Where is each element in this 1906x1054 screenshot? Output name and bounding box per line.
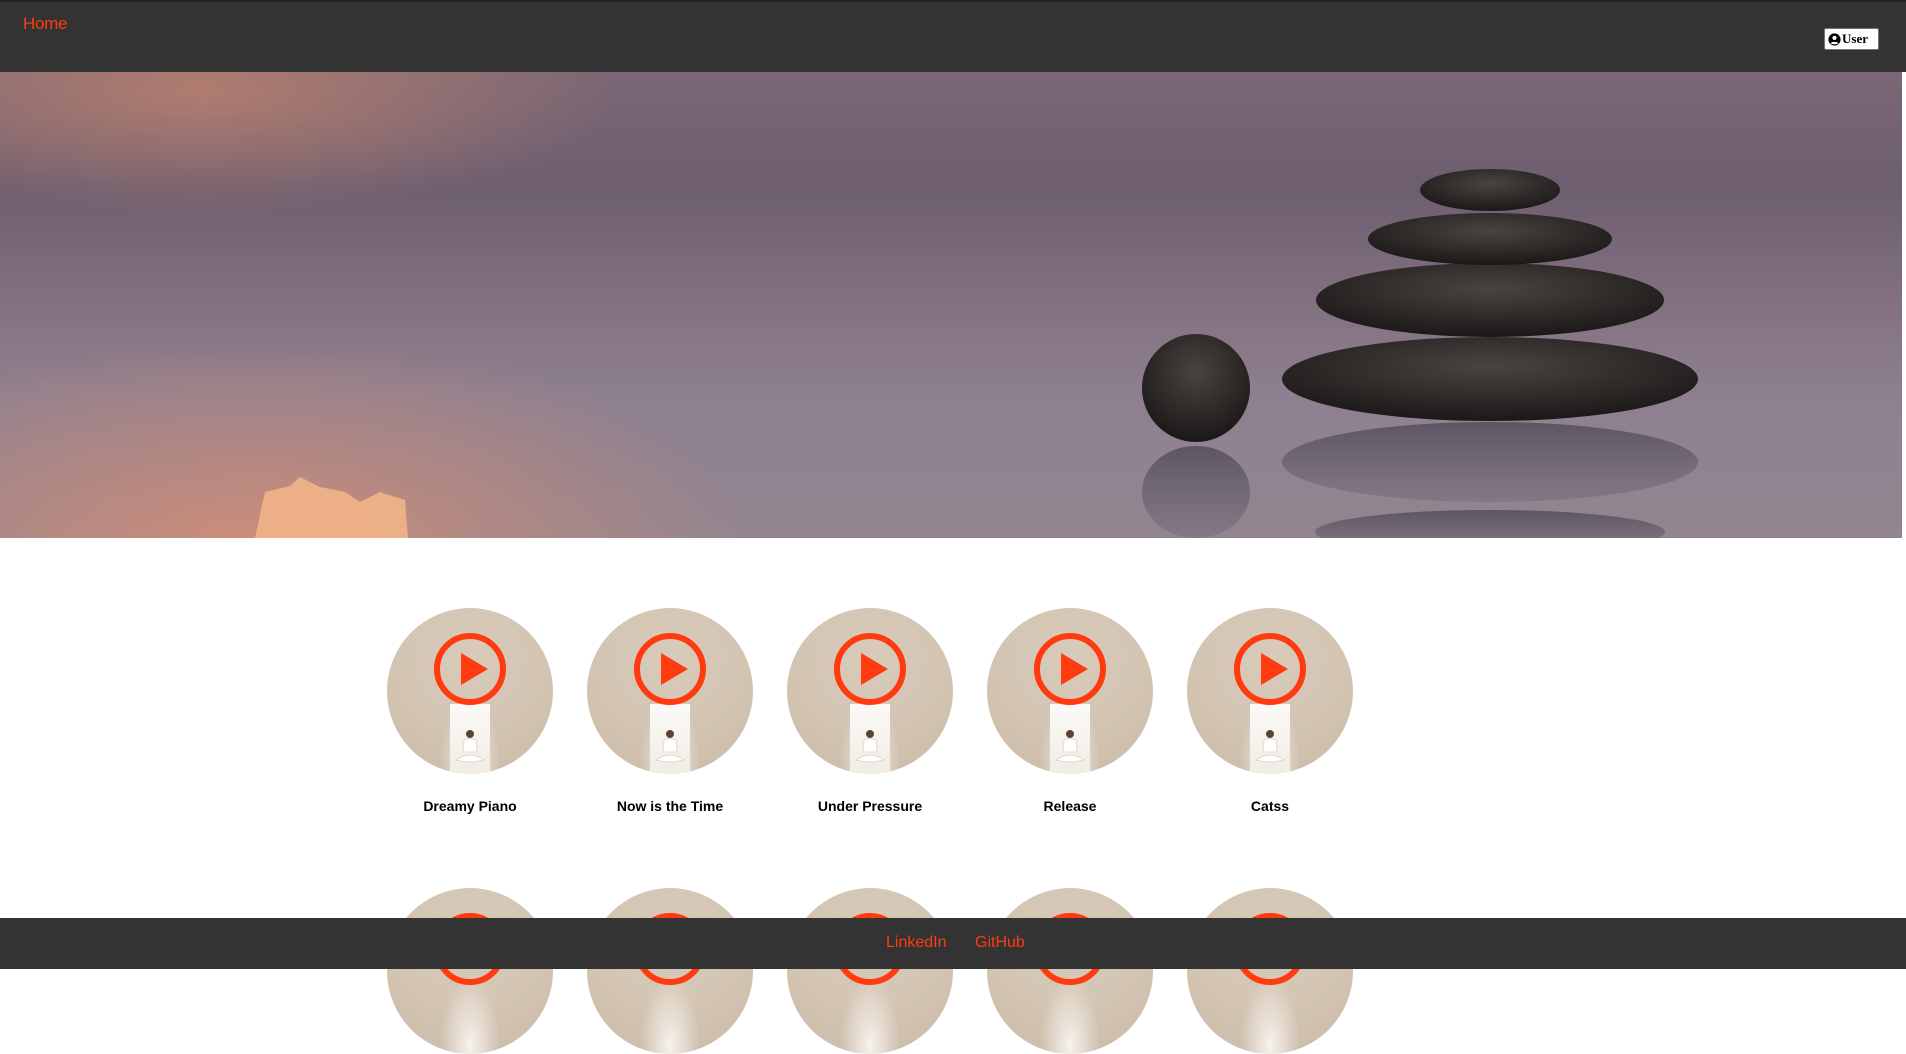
play-circle-icon[interactable] xyxy=(1033,632,1107,706)
play-circle-icon[interactable] xyxy=(1233,632,1307,706)
track-thumbnail[interactable] xyxy=(1187,888,1353,1054)
footer-linkedin-link[interactable]: LinkedIn xyxy=(886,934,947,952)
hero-zen-stones-image xyxy=(255,169,1698,538)
meditation-figure-icon xyxy=(855,730,885,763)
track-thumbnail[interactable] xyxy=(387,608,553,774)
user-button-label: User xyxy=(1842,31,1868,46)
meditation-figure-icon xyxy=(455,730,485,763)
meditation-figure-icon xyxy=(1255,730,1285,763)
track-thumbnail[interactable] xyxy=(387,888,553,1054)
track-title: Now is the Time xyxy=(616,798,724,814)
track-card xyxy=(1187,888,1353,1054)
track-title: Catss xyxy=(1250,798,1290,814)
track-title: Dreamy Piano xyxy=(423,798,517,814)
track-card xyxy=(387,888,553,1054)
track-thumbnail[interactable] xyxy=(987,888,1153,1054)
play-circle-icon[interactable] xyxy=(433,632,507,706)
nav-home-link[interactable]: Home xyxy=(23,14,67,34)
track-card: Under Pressure xyxy=(787,608,953,814)
track-thumbnail[interactable] xyxy=(787,888,953,1054)
footer: LinkedIn GitHub xyxy=(0,918,1906,969)
track-grid: Dreamy Piano Now is the Time Under Press… xyxy=(0,538,1906,1054)
track-thumbnail[interactable] xyxy=(787,608,953,774)
track-title: Release xyxy=(1043,798,1097,814)
user-circle-icon xyxy=(1828,32,1841,46)
meditation-figure-icon xyxy=(1055,730,1085,763)
track-title: Under Pressure xyxy=(817,798,923,814)
track-thumbnail[interactable] xyxy=(1187,608,1353,774)
track-card: Catss xyxy=(1187,608,1353,814)
play-circle-icon[interactable] xyxy=(633,632,707,706)
track-thumbnail[interactable] xyxy=(587,608,753,774)
track-card: Release xyxy=(987,608,1153,814)
track-card: Now is the Time xyxy=(587,608,753,814)
hero-banner xyxy=(0,72,1902,538)
meditation-figure-icon xyxy=(655,730,685,763)
user-button[interactable]: User xyxy=(1824,28,1879,50)
footer-github-link[interactable]: GitHub xyxy=(975,934,1025,952)
track-card xyxy=(987,888,1153,1054)
track-card xyxy=(587,888,753,1054)
track-card: Dreamy Piano xyxy=(387,608,553,814)
track-thumbnail[interactable] xyxy=(587,888,753,1054)
track-card xyxy=(787,888,953,1054)
navbar: Home User xyxy=(0,0,1906,72)
play-circle-icon[interactable] xyxy=(833,632,907,706)
track-thumbnail[interactable] xyxy=(987,608,1153,774)
